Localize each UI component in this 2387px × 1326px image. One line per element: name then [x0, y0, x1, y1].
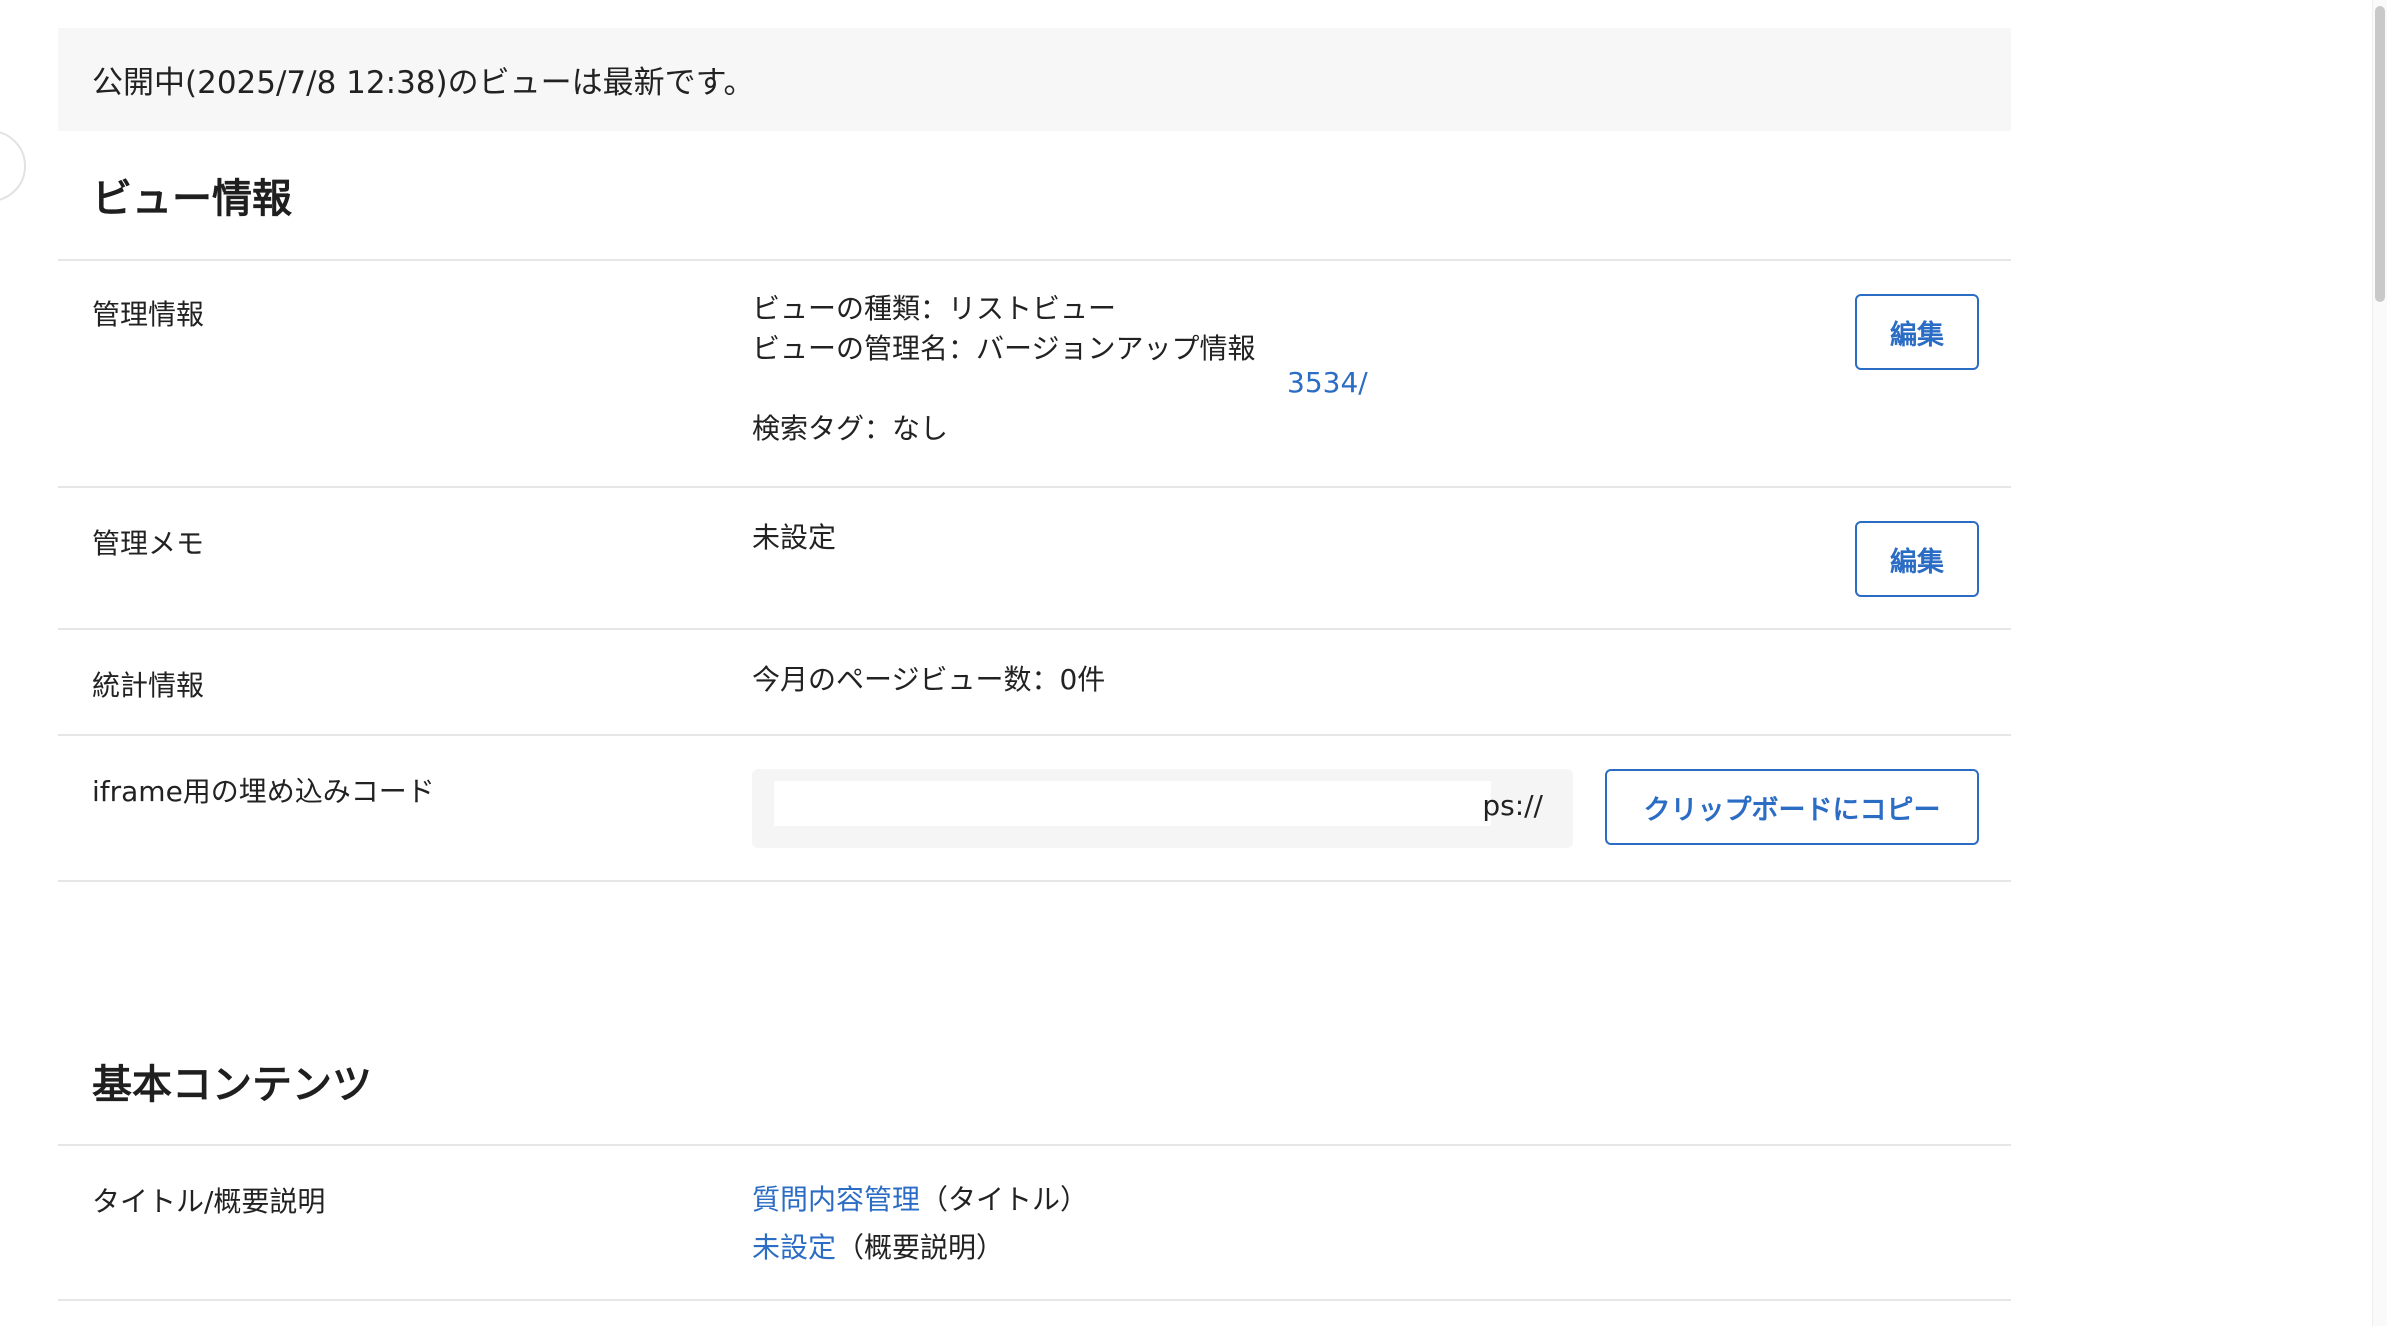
scrollbar-track[interactable]	[2372, 0, 2387, 1326]
title-description-label: タイトル/概要説明	[92, 1185, 326, 1218]
title-line: 質問内容管理（タイトル）	[752, 1176, 1088, 1224]
embed-code-text: ps://	[1482, 789, 1543, 822]
embed-code-field[interactable]: ps://	[752, 769, 1573, 848]
edit-memo-button[interactable]: 編集	[1855, 521, 1979, 597]
edit-management-button[interactable]: 編集	[1855, 294, 1979, 370]
description-suffix: （概要説明）	[836, 1231, 1005, 1264]
page: 公開中(2025/7/8 12:38)のビューは最新です。 ビュー情報 管理情報…	[0, 0, 2387, 1326]
basic-content-heading: 基本コンテンツ	[58, 1018, 2011, 1146]
view-info-title: ビュー情報	[92, 176, 292, 222]
management-info-value: ビューの種類：リストビュー ビューの管理名：バージョンアップ情報 3534/ 検…	[752, 289, 1368, 449]
copy-to-clipboard-button[interactable]: クリップボードにコピー	[1605, 769, 1979, 845]
management-info-label: 管理情報	[92, 298, 205, 331]
stats-label: 統計情報	[92, 669, 205, 702]
description-line: 未設定（概要説明）	[752, 1224, 1088, 1272]
embed-code-row: iframe用の埋め込みコード ps:// クリップボードにコピー	[58, 736, 2011, 882]
redacted-code-area	[774, 781, 1491, 826]
search-tags-text: 検索タグ：なし	[752, 412, 949, 445]
side-panel-toggle[interactable]	[0, 130, 26, 202]
memo-label: 管理メモ	[92, 527, 205, 560]
redacted-area	[752, 369, 1282, 391]
admin-name-text: ビューの管理名：バージョンアップ情報	[752, 332, 1256, 365]
stats-row: 統計情報 今月のページビュー数：0件	[58, 630, 2011, 736]
publish-status-notice: 公開中(2025/7/8 12:38)のビューは最新です。	[58, 28, 2011, 131]
title-link[interactable]: 質問内容管理	[752, 1183, 920, 1216]
description-link[interactable]: 未設定	[752, 1231, 836, 1264]
view-url-link[interactable]: 3534/	[1287, 363, 1368, 403]
scrollbar-thumb[interactable]	[2375, 6, 2385, 302]
main-content: 公開中(2025/7/8 12:38)のビューは最新です。 ビュー情報 管理情報…	[58, 28, 2011, 1301]
title-description-row: タイトル/概要説明 質問内容管理（タイトル） 未設定（概要説明）	[58, 1146, 2011, 1301]
title-suffix: （タイトル）	[920, 1183, 1089, 1216]
view-url-line: 3534/	[752, 366, 1368, 409]
embed-code-label: iframe用の埋め込みコード	[92, 775, 435, 808]
view-type-text: ビューの種類：リストビュー	[752, 292, 1117, 325]
title-description-value: 質問内容管理（タイトル） 未設定（概要説明）	[752, 1176, 1088, 1272]
management-info-row: 管理情報 ビューの種類：リストビュー ビューの管理名：バージョンアップ情報 35…	[58, 261, 2011, 488]
view-info-heading: ビュー情報	[58, 131, 2011, 261]
publish-status-text: 公開中(2025/7/8 12:38)のビューは最新です。	[92, 65, 755, 101]
memo-row: 管理メモ 未設定 編集	[58, 488, 2011, 630]
memo-value: 未設定	[752, 521, 837, 554]
stats-value: 今月のページビュー数：0件	[752, 663, 1106, 696]
basic-content-title: 基本コンテンツ	[92, 1062, 372, 1108]
